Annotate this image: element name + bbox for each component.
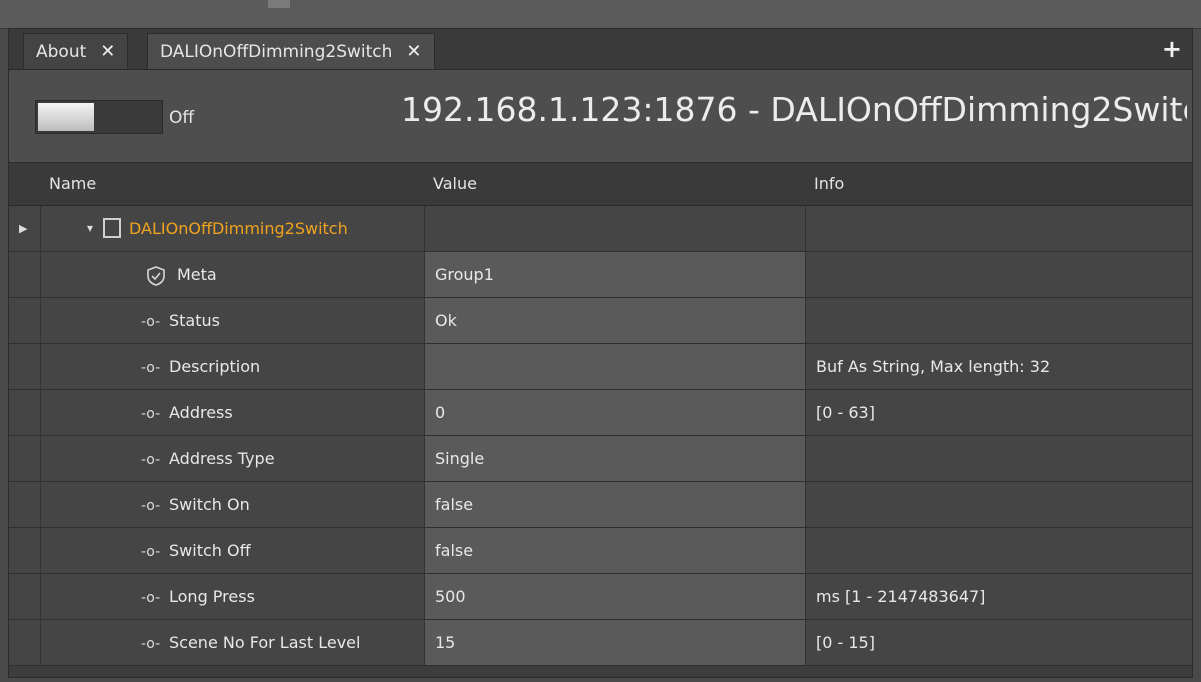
name-cell: -o- Description (41, 344, 425, 389)
table-row[interactable]: -o- Address Type Single (9, 436, 1192, 482)
object-header: Off 192.168.1.123:1876 - DALIOnOffDimmin… (9, 70, 1192, 163)
value-cell[interactable]: Single (425, 436, 806, 481)
table-row[interactable]: -o- Address 0 [0 - 63] (9, 390, 1192, 436)
name-cell: -o- Scene No For Last Level (41, 620, 425, 665)
info-cell (806, 206, 1192, 251)
checkbox-icon[interactable] (103, 218, 121, 238)
tab-label: About (36, 41, 87, 62)
toggle-knob (38, 103, 94, 131)
property-name: Status (169, 311, 220, 330)
name-cell: -o- Long Press (41, 574, 425, 619)
value-cell[interactable]: Ok (425, 298, 806, 343)
column-header-value[interactable]: Value (425, 163, 806, 205)
property-name: Switch On (169, 495, 250, 514)
shield-icon (147, 265, 165, 286)
value-cell[interactable]: false (425, 482, 806, 527)
plus-icon[interactable]: + (1162, 35, 1182, 63)
table-row[interactable]: Meta Group1 (9, 252, 1192, 298)
tab-about[interactable]: About ✕ (23, 33, 129, 69)
table-row[interactable]: -o- Switch On false (9, 482, 1192, 528)
value-cell[interactable]: 500 (425, 574, 806, 619)
table-row[interactable]: -o- Long Press 500 ms [1 - 2147483647] (9, 574, 1192, 620)
name-cell: Meta (41, 252, 425, 297)
row-gutter (9, 482, 41, 527)
column-header-name[interactable]: Name (41, 163, 425, 205)
info-cell (806, 436, 1192, 481)
row-gutter (9, 298, 41, 343)
property-name: Switch Off (169, 541, 251, 560)
close-icon[interactable]: ✕ (100, 41, 115, 62)
row-gutter (9, 574, 41, 619)
value-cell (425, 206, 806, 251)
info-cell (806, 482, 1192, 527)
info-cell (806, 252, 1192, 297)
property-name: Meta (177, 265, 217, 284)
value-cell[interactable]: false (425, 528, 806, 573)
table-row[interactable]: -o- Status Ok (9, 298, 1192, 344)
editor-panel: About ✕ DALIOnOffDimming2Switch ✕ + Off … (8, 28, 1193, 678)
row-gutter (9, 252, 41, 297)
on-off-toggle[interactable] (35, 100, 163, 134)
value-cell[interactable]: 0 (425, 390, 806, 435)
top-strip (0, 0, 1201, 29)
pin-icon: -o- (141, 452, 161, 468)
name-cell: -o- Address (41, 390, 425, 435)
column-header-info[interactable]: Info (806, 163, 1192, 205)
value-cell[interactable] (425, 344, 806, 389)
row-gutter (9, 344, 41, 389)
close-icon[interactable]: ✕ (406, 41, 421, 62)
tab-bar: About ✕ DALIOnOffDimming2Switch ✕ + (9, 29, 1192, 70)
property-name: Address (169, 403, 233, 422)
table-row[interactable]: -o- Description Buf As String, Max length… (9, 344, 1192, 390)
info-cell: ms [1 - 2147483647] (806, 574, 1192, 619)
expand-arrow-icon[interactable]: ▶ (19, 206, 27, 251)
property-grid: Name Value Info ▶ ▾ DALIOnOffDimming2Swi… (9, 163, 1192, 666)
row-gutter (9, 620, 41, 665)
page-title: 192.168.1.123:1876 - DALIOnOffDimming2Sw… (401, 90, 1187, 129)
tab-label: DALIOnOffDimming2Switch (160, 41, 393, 62)
info-cell (806, 298, 1192, 343)
tab-dalionoffdimming2switch[interactable]: DALIOnOffDimming2Switch ✕ (147, 33, 435, 69)
table-row[interactable]: -o- Switch Off false (9, 528, 1192, 574)
name-cell: -o- Address Type (41, 436, 425, 481)
info-cell (806, 528, 1192, 573)
row-gutter (9, 528, 41, 573)
name-cell: -o- Switch On (41, 482, 425, 527)
pin-icon: -o- (141, 314, 161, 330)
row-gutter: ▶ (9, 206, 41, 251)
property-name: Long Press (169, 587, 255, 606)
table-row[interactable]: ▶ ▾ DALIOnOffDimming2Switch (9, 206, 1192, 252)
pin-icon: -o- (141, 590, 161, 606)
root-object-name: DALIOnOffDimming2Switch (129, 219, 348, 238)
name-cell: ▾ DALIOnOffDimming2Switch (41, 206, 425, 251)
value-cell[interactable]: 15 (425, 620, 806, 665)
table-row[interactable]: -o- Scene No For Last Level 15 [0 - 15] (9, 620, 1192, 666)
pin-icon: -o- (141, 360, 161, 376)
pin-icon: -o- (141, 544, 161, 560)
chevron-down-icon[interactable]: ▾ (87, 206, 93, 251)
row-gutter (9, 390, 41, 435)
pin-icon: -o- (141, 636, 161, 652)
info-cell: [0 - 63] (806, 390, 1192, 435)
name-cell: -o- Status (41, 298, 425, 343)
property-name: Address Type (169, 449, 275, 468)
property-name: Description (169, 357, 261, 376)
property-name: Scene No For Last Level (169, 633, 361, 652)
grid-header: Name Value Info (9, 163, 1192, 206)
info-cell: Buf As String, Max length: 32 (806, 344, 1192, 389)
toggle-state-label: Off (169, 108, 195, 128)
pin-icon: -o- (141, 406, 161, 422)
name-cell: -o- Switch Off (41, 528, 425, 573)
value-cell[interactable]: Group1 (425, 252, 806, 297)
info-cell: [0 - 15] (806, 620, 1192, 665)
row-gutter (9, 436, 41, 481)
splitter-handle[interactable] (268, 0, 290, 8)
pin-icon: -o- (141, 498, 161, 514)
